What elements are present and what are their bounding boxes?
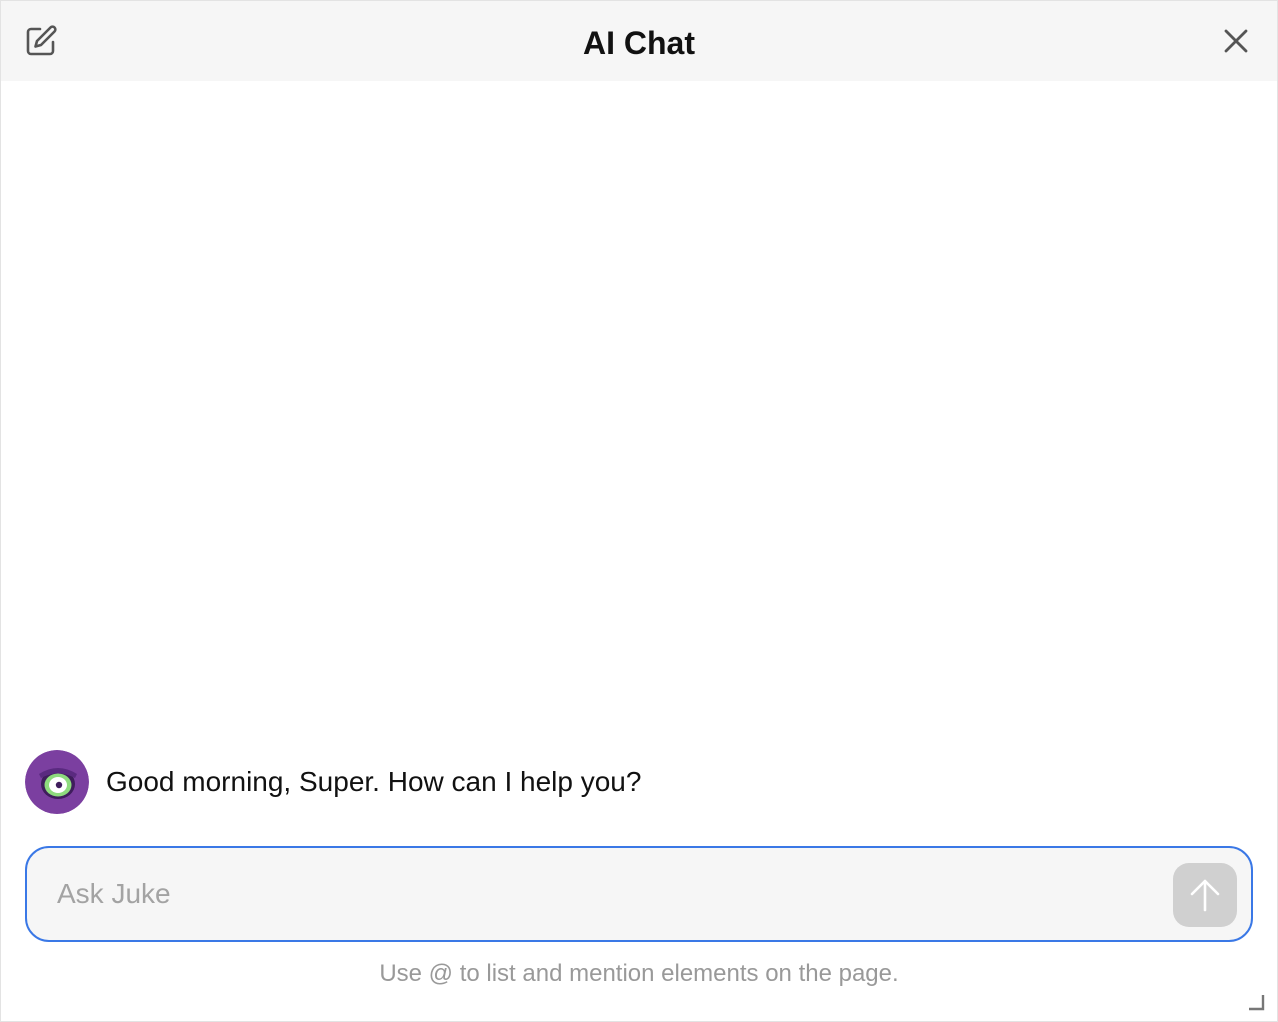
send-button[interactable]: [1173, 863, 1237, 927]
message-text: Good morning, Super. How can I help you?: [106, 766, 642, 797]
chat-window: AI Chat Good morning, Super. How can I h…: [0, 0, 1278, 1022]
resize-corner-icon: [1249, 995, 1265, 1011]
mention-hint: Use @ to list and mention elements on th…: [379, 960, 899, 987]
chat-input[interactable]: [57, 872, 1157, 916]
close-button[interactable]: [1214, 19, 1258, 63]
assistant-avatar: [25, 750, 89, 814]
chat-composer: [25, 846, 1253, 942]
arrow-up-icon: [1190, 879, 1220, 912]
chat-header: AI Chat: [1, 1, 1277, 81]
resize-handle[interactable]: [1247, 993, 1265, 1011]
page-title: AI Chat: [583, 25, 695, 61]
cyclops-avatar-icon: [25, 750, 89, 814]
assistant-message: Good morning, Super. How can I help you?: [25, 750, 641, 814]
close-icon: [1224, 29, 1248, 53]
